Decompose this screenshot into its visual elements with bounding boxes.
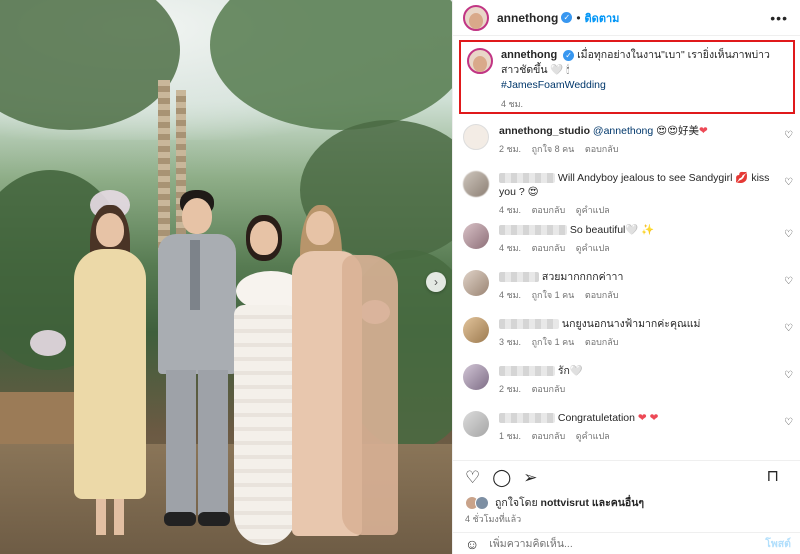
bookmark-icon[interactable]: ⊓ [767, 469, 779, 485]
comment-time: 1 ชม. [499, 431, 522, 441]
reply-button[interactable]: ตอบกลับ [585, 290, 619, 300]
comment-item: สวยมากกกกค่าาา 4 ชม. ถูกใจ 1 คน ตอบกลับ … [453, 264, 800, 311]
avatar[interactable] [463, 4, 489, 31]
comment-text: สวยมากกกกค่าาา [541, 271, 624, 283]
avatar[interactable] [463, 317, 489, 343]
like-comment-icon[interactable]: ♡ [784, 229, 793, 240]
reply-button[interactable]: ตอบกลับ [532, 384, 566, 394]
comment-icon[interactable]: ◯ [492, 469, 511, 486]
author-username[interactable]: annethong [497, 11, 558, 25]
comment-likes[interactable]: ถูกใจ 1 คน [532, 337, 575, 347]
post-side-panel: annethong ✓ • ติดตาม ••• annethong ✓ เมื… [452, 0, 800, 554]
post-comment-button[interactable]: โพสต์ [765, 535, 791, 552]
comment-item: Congratuletation ❤ ❤ 1 ชม. ตอบกลับ ดูคำแ… [453, 405, 800, 452]
comment-list: annethong_studio @annethong 😍😍好美❤ 2 ชม. … [453, 118, 800, 452]
heart-emoji: ❤ [699, 125, 708, 137]
comment-username[interactable]: annethong_studio [499, 125, 590, 137]
reply-button[interactable]: ตอบกลับ [532, 205, 566, 215]
likes-suffix[interactable]: และคนอื่นๆ [592, 497, 644, 509]
comment-likes[interactable]: ถูกใจ 8 คน [532, 144, 575, 154]
like-comment-icon[interactable]: ♡ [784, 323, 793, 334]
post-time-ago: 4 ชั่วโมงที่แล้ว [465, 514, 522, 524]
heart-outline-icon[interactable]: ♡ [465, 469, 480, 486]
share-icon[interactable]: ➢ [523, 469, 537, 486]
separator-dot: • [576, 10, 581, 25]
redacted-username [499, 319, 559, 330]
heart-emoji: ❤ ❤ [637, 412, 659, 424]
reply-button[interactable]: ตอบกลับ [585, 144, 619, 154]
comment-item: annethong_studio @annethong 😍😍好美❤ 2 ชม. … [453, 118, 800, 165]
avatar[interactable] [463, 223, 489, 249]
like-comment-icon[interactable]: ♡ [784, 130, 793, 141]
like-comment-icon[interactable]: ♡ [784, 417, 793, 428]
verified-badge-icon: ✓ [561, 12, 573, 23]
translate-button[interactable]: ดูคำแปล [576, 431, 610, 441]
emoji-icon[interactable]: ☺ [465, 536, 479, 552]
instagram-post-view: › annethong ✓ • ติดตาม ••• annethong ✓ เ… [0, 0, 800, 554]
comment-time: 2 ชม. [499, 384, 522, 394]
comment-item: So beautiful🤍 ✨ 4 ชม. ตอบกลับ ดูคำแปล ♡ [453, 217, 800, 264]
comment-item: Will Andyboy jealous to see Sandygirl 💋 … [453, 165, 800, 217]
redacted-username [499, 272, 539, 283]
avatar[interactable] [463, 411, 489, 437]
comment-likes[interactable]: ถูกใจ 1 คน [532, 290, 575, 300]
redacted-username [499, 225, 567, 236]
translate-button[interactable]: ดูคำแปล [576, 205, 610, 215]
caption-username[interactable]: annethong [501, 49, 557, 61]
comment-time: 4 ชม. [499, 290, 522, 300]
likes-summary[interactable]: ถูกใจโดย nottvisrut และคนอื่นๆ [465, 494, 644, 511]
caption-hashtag[interactable]: #JamesFoamWedding [501, 78, 787, 93]
comment-time: 2 ชม. [499, 144, 522, 154]
avatar[interactable] [463, 124, 489, 150]
post-header: annethong ✓ • ติดตาม ••• [453, 0, 800, 36]
add-comment-bar: ☺ เพิ่มความคิดเห็น... โพสต์ [453, 532, 800, 554]
verified-badge-icon: ✓ [563, 49, 575, 61]
avatar[interactable] [463, 364, 489, 390]
photo-person [62, 205, 158, 535]
comment-input[interactable]: เพิ่มความคิดเห็น... [489, 535, 572, 552]
photo-person [282, 205, 402, 540]
like-comment-icon[interactable]: ♡ [784, 177, 793, 188]
chevron-right-icon: › [434, 275, 438, 289]
like-comment-icon[interactable]: ♡ [784, 370, 793, 381]
more-options-icon[interactable]: ••• [770, 10, 788, 26]
caption-time: 4 ชม. [501, 99, 524, 109]
reply-button[interactable]: ตอบกลับ [585, 337, 619, 347]
comment-mention[interactable]: @annethong [593, 125, 653, 137]
avatar[interactable] [463, 171, 489, 197]
next-photo-button[interactable]: › [426, 272, 446, 292]
translate-button[interactable]: ดูคำแปล [576, 243, 610, 253]
avatar[interactable] [463, 270, 489, 296]
avatar[interactable] [467, 48, 493, 74]
likes-prefix: ถูกใจโดย [495, 497, 538, 509]
likes-user[interactable]: nottvisrut [541, 497, 589, 509]
redacted-username [499, 366, 555, 377]
comment-time: 4 ชม. [499, 205, 522, 215]
like-comment-icon[interactable]: ♡ [784, 276, 793, 287]
comment-item: รัก🤍 2 ชม. ตอบกลับ ♡ [453, 358, 800, 405]
redacted-username [499, 413, 555, 424]
redacted-username [499, 173, 555, 184]
post-caption: annethong ✓ เมื่อทุกอย่างในงาน"เบา" เราย… [459, 40, 795, 114]
comment-text: Congratuletation [557, 412, 635, 424]
reply-button[interactable]: ตอบกลับ [532, 243, 566, 253]
comment-text: So beautiful🤍 ✨ [569, 224, 655, 236]
comment-text: 😍😍好美 [653, 125, 700, 137]
reply-button[interactable]: ตอบกลับ [532, 431, 566, 441]
avatar [475, 495, 489, 510]
comment-item: นกยูงนอกนางฟ้ามากค่ะคุณแม่ 3 ชม. ถูกใจ 1… [453, 311, 800, 358]
follow-button[interactable]: ติดตาม [585, 9, 620, 27]
comment-text: รัก🤍 [557, 365, 583, 377]
post-actions-bar: ♡ ◯ ➢ ⊓ [453, 460, 800, 494]
comment-time: 3 ชม. [499, 337, 522, 347]
photo-flowers [30, 330, 66, 356]
post-photo[interactable]: › [0, 0, 452, 554]
comment-time: 4 ชม. [499, 243, 522, 253]
comment-text: นกยูงนอกนางฟ้ามากค่ะคุณแม่ [561, 318, 701, 330]
